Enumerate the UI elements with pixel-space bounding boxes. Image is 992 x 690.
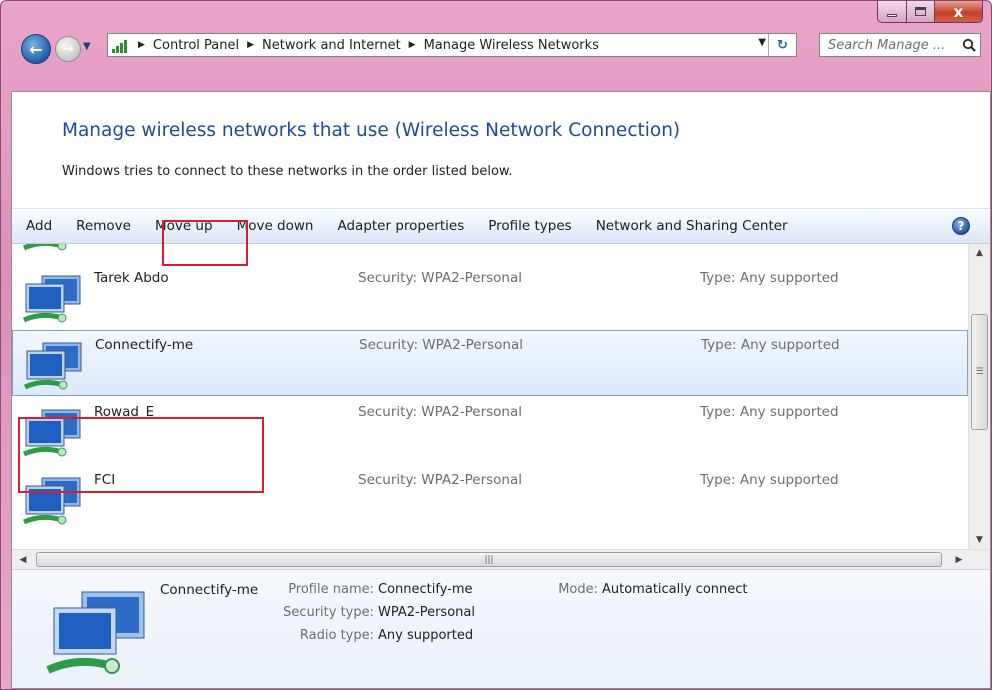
forward-arrow-icon: → [62,41,74,57]
manage-wireless-networks-window: x ← → ▼ ▶ Control Panel ▶ Network and In… [0,0,992,690]
vertical-scroll-thumb[interactable]: ☰ [971,314,988,430]
page-description: Windows tries to connect to these networ… [62,164,513,179]
network-security: Security: WPA2-Personal [359,337,524,353]
wireless-network-icon [22,244,84,258]
search-icon[interactable] [958,34,980,56]
caption-buttons: x [877,1,983,23]
profile-name-label: Profile name: [288,582,374,597]
breadcrumb-separator-icon[interactable]: ▶ [138,40,145,50]
network-list: Tarek Abdo Security: WPA2-Personal Type:… [12,244,968,549]
move-down-button[interactable]: Move down [237,218,314,234]
breadcrumb-separator-icon[interactable]: ▶ [409,40,416,50]
security-type-value: WPA2-Personal [378,605,475,620]
mode-value: Automatically connect [602,582,748,597]
network-type: Type: Any supported [700,270,839,286]
wireless-network-large-icon [42,588,152,684]
close-button[interactable]: x [935,1,983,23]
wireless-network-icon [23,341,85,397]
network-signal-icon [112,37,130,53]
details-pane: Connectify-me Profile name: Connectify-m… [12,569,990,688]
help-glyph: ? [957,219,965,233]
adapter-properties-button[interactable]: Adapter properties [337,218,464,234]
horizontal-scrollbar[interactable]: ◀ ||| ▶ [12,549,990,569]
command-toolbar: Add Remove Move up Move down Adapter pro… [12,208,990,244]
back-button[interactable]: ← [21,34,51,64]
search-input[interactable]: Search Manage ... [828,38,958,53]
network-name: Connectify-me [95,337,194,353]
profile-name-value: Connectify-me [378,582,473,597]
profile-types-button[interactable]: Profile types [488,218,571,234]
back-arrow-icon: ← [29,39,43,59]
list-item[interactable]: Tarek Abdo Security: WPA2-Personal Type:… [12,264,968,330]
network-and-sharing-center-button[interactable]: Network and Sharing Center [596,218,788,234]
remove-button[interactable]: Remove [76,218,131,234]
scroll-left-icon[interactable]: ◀ [12,550,34,569]
maximize-icon [915,7,926,16]
radio-type-label: Radio type: [299,628,374,643]
network-security: Security: WPA2-Personal [358,472,523,488]
navigation-bar: ← → ▼ ▶ Control Panel ▶ Network and Inte… [21,33,981,77]
breadcrumb-separator-icon[interactable]: ▶ [247,40,254,50]
add-button[interactable]: Add [26,218,52,234]
search-box[interactable]: Search Manage ... [819,33,981,57]
network-security: Security: WPA2-Personal [358,270,523,286]
mode-label: Mode: [558,582,598,597]
recent-pages-dropdown[interactable]: ▼ [83,41,91,52]
horizontal-scroll-thumb[interactable]: ||| [36,552,942,567]
breadcrumb-control-panel[interactable]: Control Panel [153,38,239,53]
forward-button[interactable]: → [55,36,81,62]
scroll-up-icon[interactable]: ▲ [969,244,990,262]
selected-network-name: Connectify-me [160,582,259,598]
breadcrumb-manage-wireless-networks[interactable]: Manage Wireless Networks [424,38,599,53]
address-bar[interactable]: ▶ Control Panel ▶ Network and Internet ▶… [107,33,797,57]
list-item-selected[interactable]: Connectify-me Security: WPA2-Personal Ty… [12,330,968,396]
breadcrumb-network-and-internet[interactable]: Network and Internet [262,38,401,53]
network-security: Security: WPA2-Personal [358,404,523,420]
network-type: Type: Any supported [700,472,839,488]
wireless-network-icon [22,274,84,330]
network-type: Type: Any supported [701,337,840,353]
address-dropdown-icon[interactable]: ▼ [758,37,766,48]
radio-type-value: Any supported [378,628,474,643]
refresh-icon: ↻ [777,37,788,53]
refresh-button[interactable]: ↻ [768,34,796,56]
content-pane: Manage wireless networks that use (Wirel… [11,91,991,689]
vertical-scrollbar[interactable]: ▲ ☰ ▼ [968,244,990,549]
page-title: Manage wireless networks that use (Wirel… [62,120,681,141]
help-icon[interactable]: ? [952,217,970,235]
minimize-icon [887,14,897,17]
network-name: Tarek Abdo [94,270,169,286]
list-item[interactable] [12,244,968,258]
move-up-highlight-box [162,220,248,266]
scroll-right-icon[interactable]: ▶ [948,550,970,569]
close-icon: x [953,2,964,21]
network-type: Type: Any supported [700,404,839,420]
maximize-button[interactable] [907,1,935,23]
minimize-button[interactable] [877,1,907,23]
rowad-e-highlight-box [18,417,264,493]
security-type-label: Security type: [283,605,374,620]
scroll-down-icon[interactable]: ▼ [969,531,990,549]
